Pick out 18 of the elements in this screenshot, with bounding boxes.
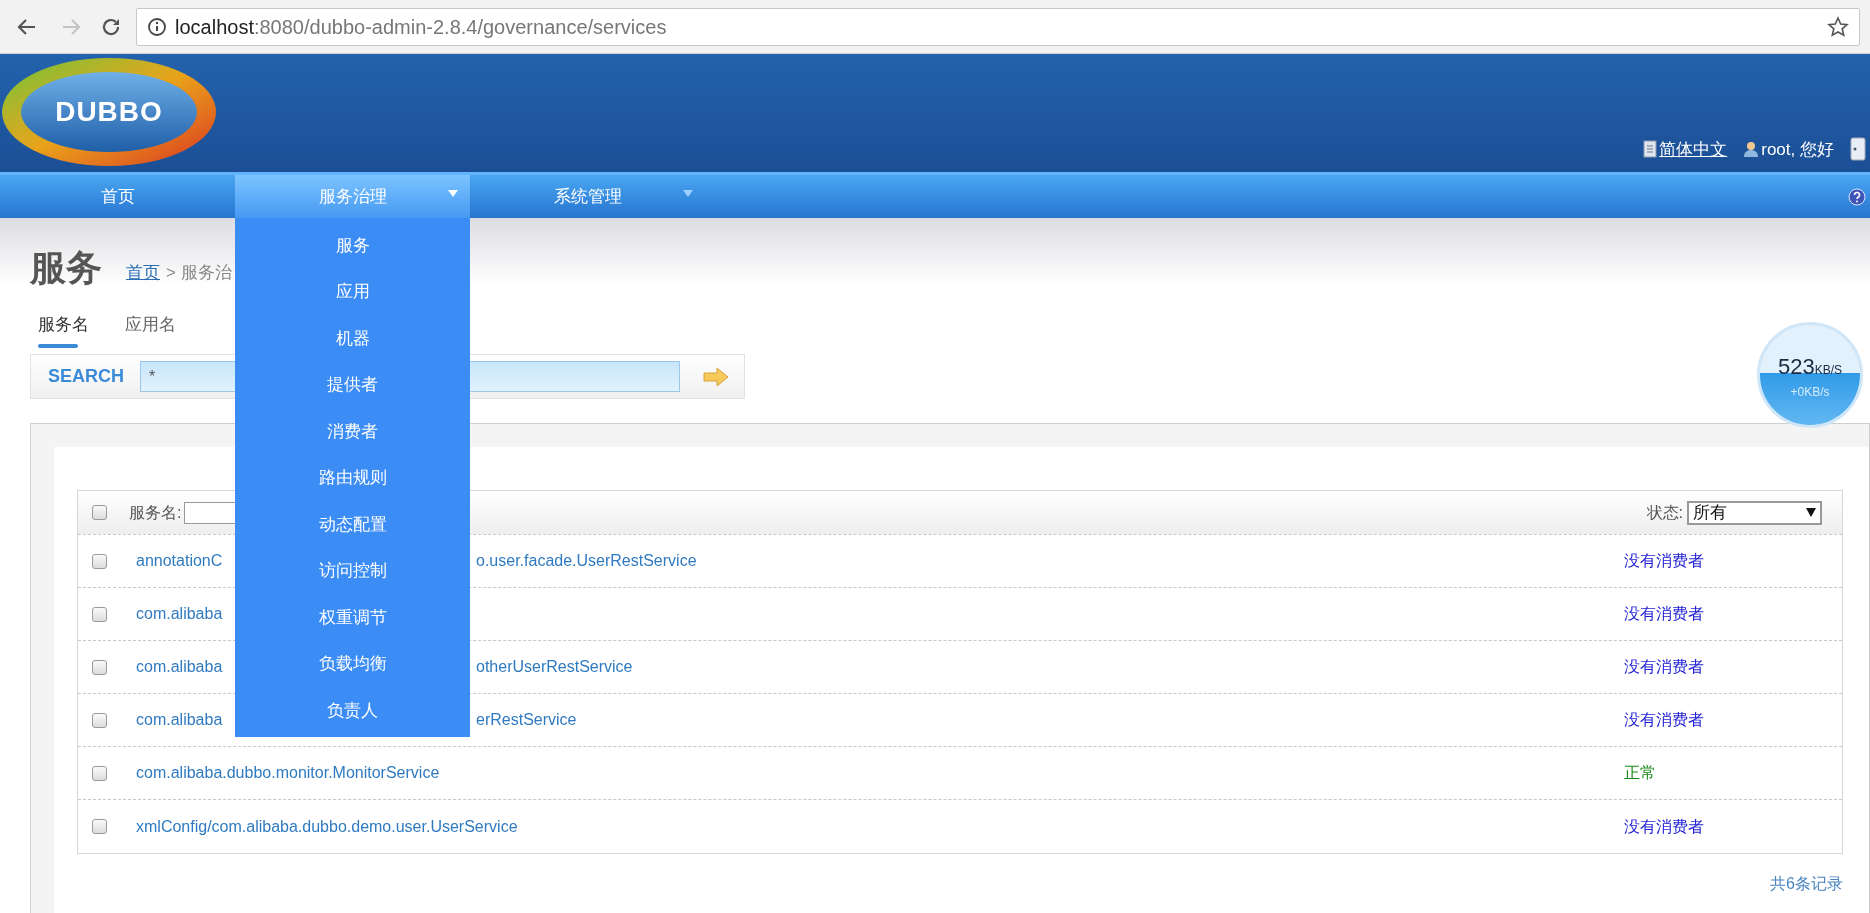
status-text: 没有消费者 [1624, 551, 1704, 571]
status-text: 没有消费者 [1624, 816, 1704, 837]
status-text: 没有消费者 [1624, 657, 1704, 677]
breadcrumb-text: > 服务治 [166, 261, 232, 284]
url-text: localhost:8080/dubbo-admin-2.8.4/governance/services [175, 14, 667, 40]
status-text: 正常 [1624, 763, 1656, 783]
page-title: 服务 [30, 250, 102, 286]
total-count: 共6条记录 [1770, 874, 1843, 894]
status-text: 没有消费者 [1624, 604, 1704, 624]
status-text: 没有消费者 [1624, 710, 1704, 730]
filter-label: 服务名: [129, 502, 182, 523]
status-label: 状态: [1646, 502, 1683, 523]
speed-value: 523 [1777, 352, 1815, 381]
speed-delta: +0KB/s [1790, 383, 1830, 401]
search-label: SEARCH [48, 365, 124, 388]
logo: DUBBO [2, 58, 216, 166]
user-greeting: root, 您好 [1761, 138, 1834, 161]
speed-unit: KB/S [1814, 362, 1843, 379]
